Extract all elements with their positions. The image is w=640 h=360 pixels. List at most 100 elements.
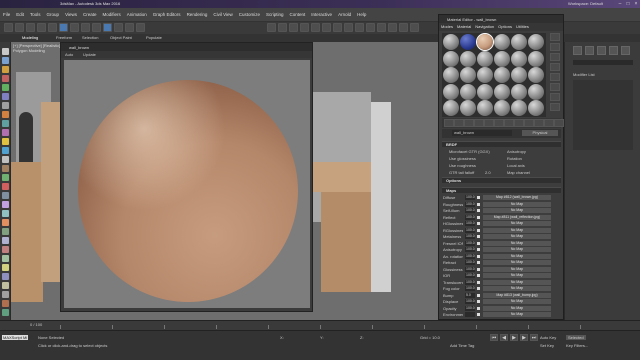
curve-editor-icon[interactable] [355,23,364,32]
undo-icon[interactable] [4,23,13,32]
material-slot-4-4[interactable] [511,100,527,116]
go-forward-icon[interactable] [554,119,564,127]
goto-end-icon[interactable]: ⏭ [530,334,538,341]
map-button[interactable]: No Map [483,234,551,239]
make-preview-icon[interactable] [550,83,560,91]
menu-customize[interactable]: Customize [236,8,263,22]
menu-modifiers[interactable]: Modifiers [100,8,124,22]
preview-title-bar[interactable]: wall_brown [61,43,312,51]
map-enabled-checkbox[interactable] [477,300,480,303]
left-tool-20-icon[interactable] [2,228,9,235]
menu-help[interactable]: Help [354,8,369,22]
map-button[interactable]: No Map [483,286,551,291]
menu-arnold[interactable]: Arnold [335,8,354,22]
map-amount[interactable]: 100.0 [465,208,475,213]
menu-create[interactable]: Create [80,8,100,22]
map-amount[interactable]: 5.0 [465,292,475,298]
left-tool-29-icon[interactable] [2,309,9,316]
me-menu-navigation[interactable]: Navigation [473,23,496,31]
map-enabled-checkbox[interactable] [477,215,480,219]
bind-icon[interactable] [48,23,57,32]
map-button[interactable]: No Map [483,312,551,317]
map-enabled-checkbox[interactable] [477,280,480,284]
left-tool-4-icon[interactable] [2,84,9,91]
left-tool-22-icon[interactable] [2,246,9,253]
map-button[interactable]: No Map [483,240,551,246]
material-slot-2-4[interactable] [511,67,527,83]
map-enabled-checkbox[interactable] [477,267,480,271]
hierarchy-tab-icon[interactable] [597,46,606,55]
frame-counter[interactable]: 0 / 100 [30,322,42,327]
left-tool-18-icon[interactable] [2,210,9,217]
make-copy-icon[interactable] [484,119,494,127]
motion-tab-icon[interactable] [609,46,618,55]
modifier-stack[interactable] [573,80,633,150]
material-slot-3-2[interactable] [477,83,493,100]
left-tool-15-icon[interactable] [2,183,9,190]
material-slot-1-4[interactable] [511,50,527,67]
material-slot-3-0[interactable] [443,83,459,100]
scale-icon[interactable] [125,23,134,32]
material-name-field[interactable]: wall_brown [452,130,512,136]
material-slot-0-4[interactable] [511,34,527,50]
map-enabled-checkbox[interactable] [477,293,480,297]
key-mode-selected[interactable]: Selected [566,335,586,340]
tab-populate[interactable]: Populate [146,35,162,40]
percent-snap-icon[interactable] [300,23,309,32]
menu-graph-editors[interactable]: Graph Editors [150,8,184,22]
left-tool-14-icon[interactable] [2,174,9,181]
material-editor-icon[interactable] [377,23,386,32]
map-enabled-checkbox[interactable] [477,241,480,245]
map-enabled-checkbox[interactable] [477,306,480,310]
material-slot-0-0[interactable] [443,34,459,50]
map-amount[interactable]: 100.0 [465,279,475,285]
maxscript-listener[interactable]: MAXScript Mi [2,335,29,340]
background-icon[interactable] [550,53,560,61]
map-amount[interactable]: 100.0 [465,227,475,233]
me-menu-options[interactable]: Options [496,23,514,31]
map-enabled-checkbox[interactable] [477,235,480,238]
map-amount[interactable]: 100.0 [465,247,475,252]
auto-key-button[interactable]: Auto Key [540,335,556,340]
material-slot-1-2[interactable] [477,50,493,67]
material-slot-2-0[interactable] [443,67,459,83]
material-slot-2-2[interactable] [477,67,493,83]
close-icon[interactable]: × [632,0,640,8]
menu-civil-view[interactable]: Civil View [210,8,235,22]
maximize-icon[interactable]: □ [624,0,632,8]
rect-select-icon[interactable] [81,23,90,32]
map-amount[interactable]: 100.0 [465,286,475,291]
map-enabled-checkbox[interactable] [477,274,480,277]
map-button[interactable]: No Map [483,221,551,226]
put-to-scene-icon[interactable] [454,119,464,127]
left-tool-2-icon[interactable] [2,66,9,73]
update-button[interactable]: Update [83,52,96,57]
material-id-icon[interactable] [514,119,524,127]
menu-edit[interactable]: Edit [13,8,27,22]
align-icon[interactable] [333,23,342,32]
brdf-section-header[interactable]: BRDF [442,141,561,147]
left-tool-17-icon[interactable] [2,201,9,208]
me-menu-modes[interactable]: Modes [439,23,455,31]
material-slot-2-3[interactable] [494,67,510,83]
go-to-parent-icon[interactable] [544,119,554,127]
material-type-button[interactable]: Physical [522,130,558,136]
material-slot-1-1[interactable] [460,50,476,67]
map-amount[interactable]: 100.0 [465,195,475,200]
menu-scripting[interactable]: Scripting [263,8,287,22]
window-crossing-icon[interactable] [92,23,101,32]
options-section-header[interactable]: Options [442,177,561,183]
sample-type-icon[interactable] [550,33,560,41]
assign-to-selection-icon[interactable] [464,119,474,127]
menu-group[interactable]: Group [44,8,63,22]
left-tool-8-icon[interactable] [2,120,9,127]
wall-right-lower[interactable] [321,192,371,292]
link-icon[interactable] [26,23,35,32]
material-slot-1-3[interactable] [494,50,510,67]
backlight-icon[interactable] [550,43,560,51]
me-menu-material[interactable]: Material [455,23,473,31]
material-slot-0-1[interactable] [460,34,476,50]
material-slot-2-1[interactable] [460,67,476,83]
key-filters-button[interactable]: Key Filters... [566,343,588,348]
left-tool-24-icon[interactable] [2,264,9,271]
